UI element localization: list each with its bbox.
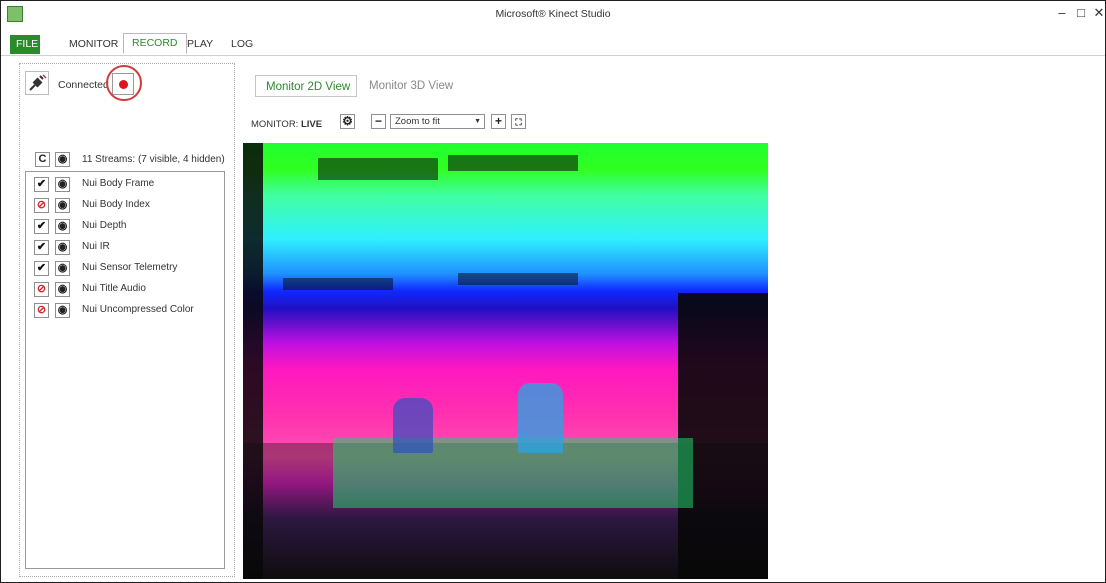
eye-icon[interactable]: ◉ — [55, 198, 70, 213]
stream-name: Nui Body Index — [82, 199, 150, 210]
check-icon[interactable]: ✔ — [34, 219, 49, 234]
stream-row[interactable]: ✔ ◉ Nui IR — [26, 238, 224, 258]
tab-monitor[interactable]: MONITOR — [61, 35, 126, 54]
table-region — [333, 438, 693, 508]
zoom-selected-value: Zoom to fit — [395, 116, 440, 127]
eye-icon[interactable]: ◉ — [55, 303, 70, 318]
connection-plug-icon[interactable] — [25, 71, 49, 95]
tab-monitor-2d-view[interactable]: Monitor 2D View — [255, 75, 357, 97]
stream-row[interactable]: ✔ ◉ Nui Depth — [26, 217, 224, 237]
zoom-select[interactable]: Zoom to fit ▼ — [390, 114, 485, 129]
tab-record[interactable]: RECORD — [123, 33, 187, 54]
zoom-in-button[interactable]: + — [491, 114, 506, 129]
gear-icon: ⚙ — [342, 114, 353, 128]
no-entry-icon[interactable]: ⊘ — [34, 198, 49, 213]
stream-name: Nui Sensor Telemetry — [82, 262, 178, 273]
expand-icon: ⛶ — [515, 117, 522, 127]
kinect-studio-window: Microsoft® Kinect Studio – □ ✕ FILE MONI… — [0, 0, 1106, 583]
check-icon[interactable]: ✔ — [34, 261, 49, 276]
eye-icon[interactable]: ◉ — [55, 282, 70, 297]
record-button[interactable] — [112, 73, 134, 95]
tab-monitor-3d-view[interactable]: Monitor 3D View — [369, 75, 453, 97]
stream-name: Nui Body Frame — [82, 178, 155, 189]
monitor-mode-value: LIVE — [300, 119, 323, 130]
ceiling-light-region — [458, 273, 578, 285]
eye-icon[interactable]: ◉ — [55, 240, 70, 255]
chevron-down-icon: ▼ — [474, 118, 481, 125]
stream-row[interactable]: ⊘ ◉ Nui Body Index — [26, 196, 224, 216]
title-bar: Microsoft® Kinect Studio – □ ✕ — [1, 1, 1105, 27]
window-title: Microsoft® Kinect Studio — [495, 8, 611, 20]
stream-row[interactable]: ✔ ◉ Nui Sensor Telemetry — [26, 259, 224, 279]
monitor-mode-label: MONITOR: LIVE — [251, 119, 322, 130]
person-silhouette — [393, 398, 433, 453]
connection-status: Connected — [58, 79, 109, 91]
stream-name: Nui Uncompressed Color — [82, 304, 194, 315]
record-dot-icon — [119, 80, 128, 89]
maximize-button[interactable]: □ — [1072, 5, 1090, 20]
no-entry-icon[interactable]: ⊘ — [34, 303, 49, 318]
stream-name: Nui IR — [82, 241, 110, 252]
settings-gear-button[interactable]: ⚙ — [340, 114, 355, 129]
minimize-button[interactable]: – — [1053, 5, 1071, 20]
eye-icon[interactable]: ◉ — [55, 261, 70, 276]
menu-bar: FILE MONITOR RECORD PLAY LOG — [1, 33, 1105, 56]
eye-toggle-all-button[interactable]: ◉ — [55, 152, 70, 167]
tab-log[interactable]: LOG — [223, 35, 261, 54]
stream-row[interactable]: ⊘ ◉ Nui Uncompressed Color — [26, 301, 224, 321]
stream-row[interactable]: ✔ ◉ Nui Body Frame — [26, 175, 224, 195]
eye-icon: ◉ — [57, 153, 68, 165]
eye-icon[interactable]: ◉ — [55, 219, 70, 234]
ceiling-light-region — [318, 158, 438, 180]
stream-row[interactable]: ⊘ ◉ Nui Title Audio — [26, 280, 224, 300]
monitor-label-prefix: MONITOR: — [251, 119, 299, 130]
ceiling-light-region — [448, 155, 578, 171]
no-entry-icon[interactable]: ⊘ — [34, 282, 49, 297]
zoom-out-button[interactable]: − — [371, 114, 386, 129]
depth-stream-view[interactable] — [243, 143, 768, 579]
tab-play[interactable]: PLAY — [179, 35, 221, 54]
minus-icon: − — [374, 114, 382, 128]
tab-file[interactable]: FILE — [10, 35, 40, 54]
close-button[interactable]: ✕ — [1090, 5, 1106, 21]
check-icon[interactable]: ✔ — [34, 177, 49, 192]
person-silhouette — [518, 383, 563, 453]
fit-to-window-button[interactable]: ⛶ — [511, 114, 526, 129]
eye-icon[interactable]: ◉ — [55, 177, 70, 192]
stream-list: ✔ ◉ Nui Body Frame ⊘ ◉ Nui Body Index ✔ … — [25, 171, 225, 569]
streams-summary: 11 Streams: (7 visible, 4 hidden) — [82, 154, 225, 165]
ceiling-light-region — [283, 278, 393, 290]
check-icon[interactable]: ✔ — [34, 240, 49, 255]
stream-name: Nui Title Audio — [82, 283, 146, 294]
clear-streams-button[interactable]: C — [35, 152, 50, 167]
stream-name: Nui Depth — [82, 220, 127, 231]
plus-icon: + — [494, 114, 502, 128]
